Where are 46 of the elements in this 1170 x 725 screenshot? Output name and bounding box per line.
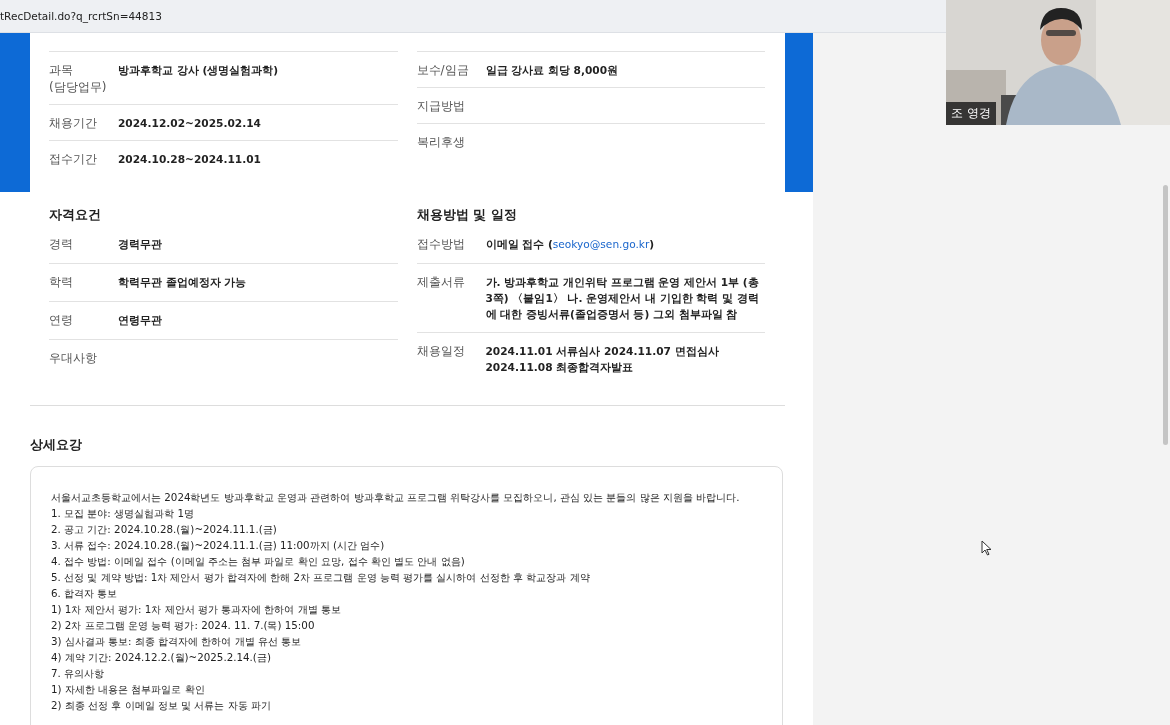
details-line: 3. 서류 접수: 2024.10.28.(월)~2024.11.1.(금) 11:00까지 (시간 엄수) — [51, 538, 386, 553]
field-label: 경력 — [49, 236, 74, 253]
field-value: 일급 강사료 회당 8,000원 — [485, 63, 619, 78]
participant-name: 조 영경 — [946, 102, 996, 125]
field-label: 복리후생 — [416, 134, 466, 151]
email-link[interactable]: seokyo@sen.go.kr — [552, 238, 650, 250]
field-label: 접수방법 — [416, 236, 466, 253]
address-bar[interactable]: tRecDetail.do?q_rcrtSn=44813 — [0, 0, 946, 33]
details-line: 6. 합격자 통보 — [51, 586, 119, 601]
url-text: tRecDetail.do?q_rcrtSn=44813 — [0, 10, 162, 22]
details-line: 서울서교초등학교에서는 2024학년도 방과후학교 운영과 관련하여 방과후학교 프로그램 위탁강사를 모집하오니, 관심 있는 분들의 많은 지원을 바랍니다. — [51, 490, 741, 505]
field-value: 이메일 접수 (seokyo@sen.go.kr) — [485, 237, 655, 252]
field-label: 보수/임금 — [416, 62, 470, 79]
field-value: 방과후학교 강사 (생명실험과학) — [118, 63, 279, 78]
field-label: 제출서류 — [416, 274, 466, 291]
section-title: 채용방법 및 일정 — [416, 206, 518, 224]
details-line: 2. 공고 기간: 2024.10.28.(월)~2024.11.1.(금) — [51, 522, 278, 537]
field-value: 경력무관 — [118, 237, 162, 252]
cursor-icon — [981, 540, 992, 556]
details-line: 3) 심사결과 통보: 최종 합격자에 한하여 개별 유선 통보 — [51, 634, 303, 649]
details-line: 5. 선정 및 계약 방법: 1차 제안서 평가 합격자에 한해 2차 프로그램 운영 능력 평가를 실시하여 선정한 후 학교장과 계약 — [51, 570, 591, 585]
field-value: 2024.12.02~2025.02.14 — [118, 116, 261, 131]
field-label: 채용기간 — [49, 115, 98, 132]
section-title: 상세요강 — [30, 436, 83, 454]
field-label: 연령 — [49, 312, 74, 329]
field-label: 과목 (담당업무) — [49, 62, 108, 96]
field-label: 학력 — [49, 274, 74, 291]
field-value: 2024.11.01 서류심사 2024.11.07 면접심사 2024.11.08 최종합격자발표 — [485, 344, 720, 375]
details-line: 4) 계약 기간: 2024.12.2.(월)~2025.2.14.(금) — [51, 650, 272, 665]
details-line: 1. 모집 분야: 생명실험과학 1명 — [51, 506, 195, 521]
details-line: 1) 1차 제안서 평가: 1차 제안서 평가 통과자에 한하여 개별 통보 — [51, 602, 342, 617]
field-value: 2024.10.28~2024.11.01 — [118, 152, 261, 167]
field-label: 우대사항 — [49, 350, 98, 367]
details-line: 1) 자세한 내용은 첨부파일로 확인 — [51, 682, 206, 697]
scrollbar[interactable] — [1163, 185, 1168, 445]
details-line: 7. 유의사항 — [51, 666, 106, 681]
field-value: 학력무관 졸업예정자 가능 — [118, 275, 247, 290]
details-line: 2) 2차 프로그램 운영 능력 평가: 2024. 11. 7.(목) 15:00 — [51, 618, 316, 633]
field-label: 채용일정 — [416, 343, 466, 360]
details-line: 2) 최종 선정 후 이메일 정보 및 서류는 자동 파기 — [51, 698, 273, 713]
field-value: 가. 방과후학교 개인위탁 프로그램 운영 제안서 1부 (총 3쪽) 〈붙임1〉 나. 운영제안서 내 기입한 학력 및 경력에 대한 증빙서류(졸업증명서 등) 그외 첨부파일 참 — [485, 275, 760, 322]
section-title: 자격요건 — [49, 206, 102, 224]
field-value: 연령무관 — [118, 313, 162, 328]
field-label: 접수기간 — [49, 151, 98, 168]
field-label: 지급방법 — [416, 98, 466, 115]
details-line: 4. 접수 방법: 이메일 접수 (이메일 주소는 첨부 파일로 확인 요망, 접수 확인 별도 안내 없음) — [51, 554, 466, 569]
